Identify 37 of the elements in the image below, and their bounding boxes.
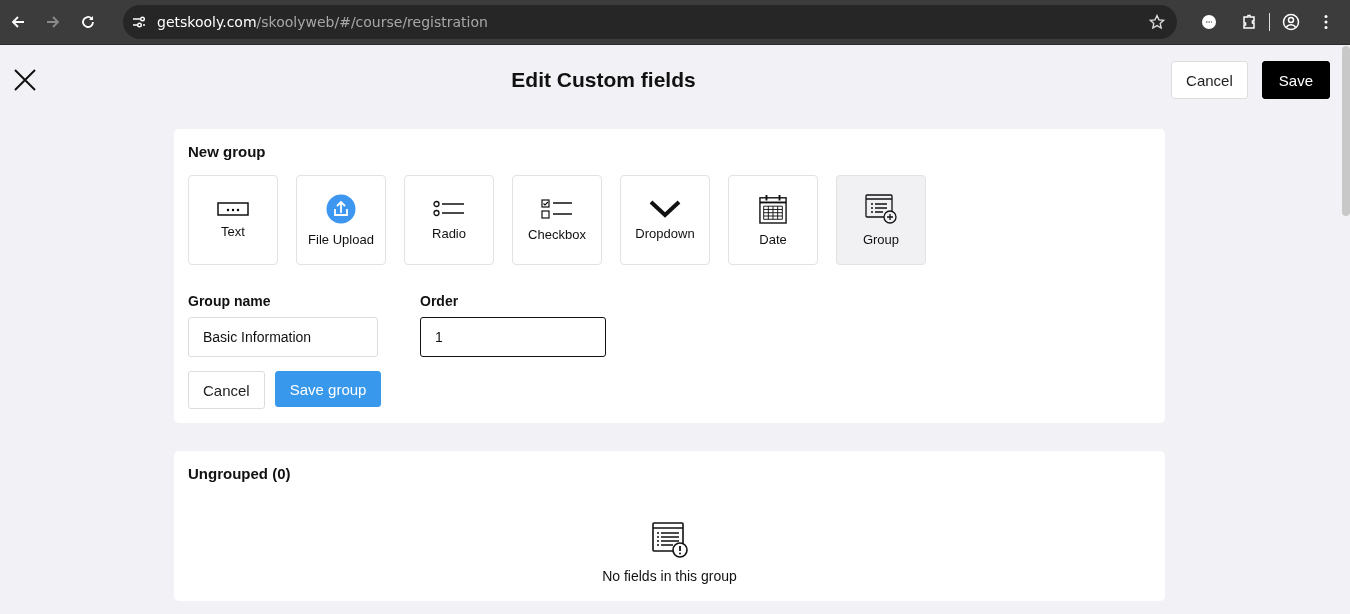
url-path: /skoolyweb/#/course/registration [256,14,489,30]
section-title: Ungrouped (0) [188,465,292,482]
field-type-tile[interactable]: Dropdown [620,175,710,265]
field-type-tile[interactable]: Checkbox [512,175,602,265]
field-label: Order [420,293,460,309]
field-type-tile[interactable]: Text [188,175,278,265]
site-settings-icon[interactable] [131,14,147,30]
empty-message: No fields in this group [602,568,737,584]
upload-icon [326,193,356,224]
url-host: getskooly.com [157,14,257,30]
page-title: Edit Custom fields [510,68,697,92]
cancel-button[interactable]: Cancel [188,371,265,409]
field-type-tile[interactable]: Date [728,175,818,265]
text-field-icon [217,201,249,216]
chevron-down-icon [649,199,681,218]
scrollbar[interactable] [1342,46,1350,216]
order-field[interactable]: 1 [420,317,606,357]
empty-list-icon [651,522,688,558]
field-type-tile[interactable]: File Upload [296,175,386,265]
profile-icon[interactable] [1282,13,1300,31]
field-type-tile[interactable]: Group [836,175,926,265]
list-add-icon [865,193,897,224]
puzzle-icon[interactable] [1241,14,1257,30]
field-label: Group name [188,293,272,309]
star-icon[interactable] [1149,14,1165,30]
close-icon[interactable] [14,69,36,91]
cancel-button[interactable]: Cancel [1171,61,1248,99]
address-bar[interactable]: getskooly.com/skoolyweb/#/course/registration [123,5,1177,39]
radio-list-icon [433,199,465,218]
section-title: New group [188,143,267,160]
menu-icon[interactable] [1324,14,1328,30]
extension-icon[interactable] [1201,14,1217,30]
group-name-field[interactable]: Basic Information [188,317,378,357]
save-button[interactable]: Save [1261,61,1330,99]
field-type-tile[interactable]: Radio [404,175,494,265]
calendar-icon [759,193,787,224]
checklist-icon [541,198,573,219]
